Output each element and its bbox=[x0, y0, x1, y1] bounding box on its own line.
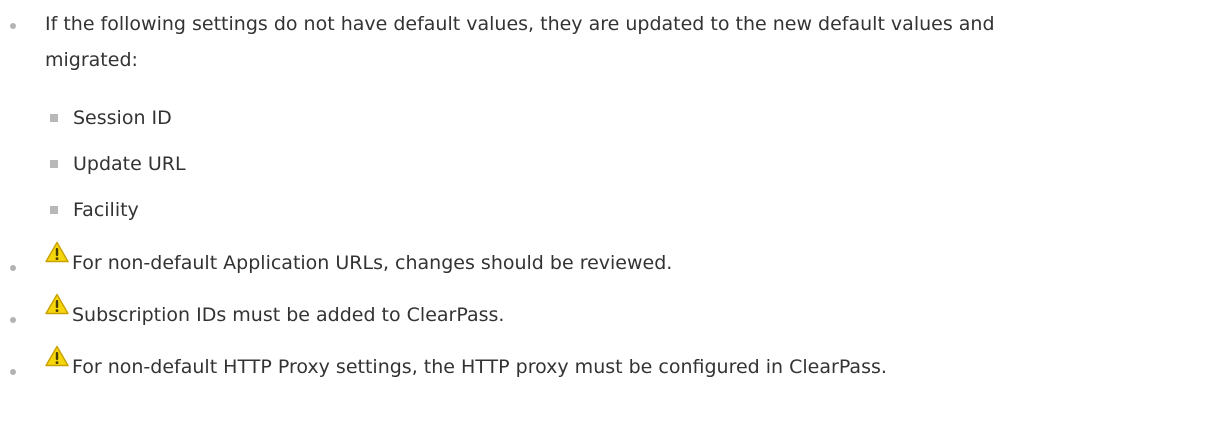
warning-icon bbox=[45, 345, 69, 367]
intro-line-1: If the following settings do not have de… bbox=[45, 13, 995, 35]
setting-label: Session ID bbox=[73, 107, 172, 129]
intro-line-2: migrated: bbox=[45, 49, 138, 71]
setting-label: Facility bbox=[73, 199, 139, 221]
warning-text: For non-default HTTP Proxy settings, the… bbox=[72, 356, 887, 378]
bullet-dot bbox=[10, 265, 16, 271]
warning-text: Subscription IDs must be added to ClearP… bbox=[72, 304, 505, 326]
bullet-dot bbox=[10, 23, 16, 29]
warning-text: For non-default Application URLs, change… bbox=[72, 252, 673, 274]
square-bullet bbox=[50, 160, 58, 168]
warning-icon bbox=[45, 293, 69, 315]
bullet-dot bbox=[10, 369, 16, 375]
square-bullet bbox=[50, 206, 58, 214]
warning-icon bbox=[45, 241, 69, 263]
bullet-dot bbox=[10, 317, 16, 323]
square-bullet bbox=[50, 114, 58, 122]
setting-label: Update URL bbox=[73, 153, 186, 175]
